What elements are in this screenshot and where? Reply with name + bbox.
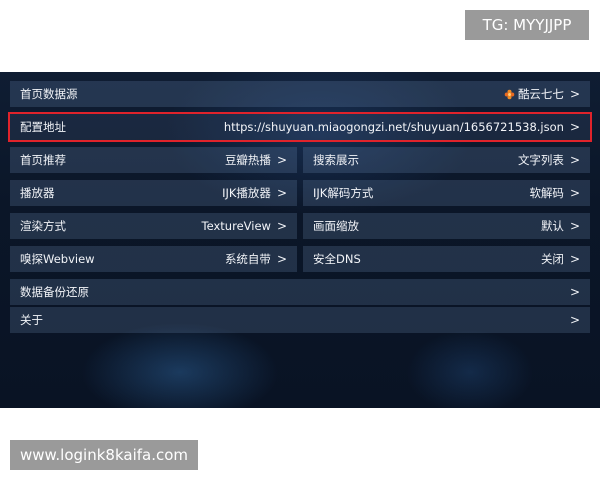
setting-value: 默认	[540, 219, 564, 233]
chevron-right-icon: >	[276, 252, 287, 266]
chevron-right-icon: >	[276, 186, 287, 200]
settings-screen: 首页数据源 酷云七七 > 配置地址 https://shuyuan.miaogo…	[0, 72, 600, 408]
orange-flower-icon	[504, 89, 515, 99]
setting-value: 豆瓣热播	[224, 153, 271, 167]
setting-label: 关于	[20, 313, 43, 327]
setting-value: 酷云七七	[517, 87, 564, 101]
setting-about[interactable]: 关于 >	[10, 307, 590, 333]
chevron-right-icon: >	[569, 313, 580, 327]
setting-player[interactable]: 播放器 IJK播放器 >	[10, 180, 297, 206]
setting-value: IJK播放器	[222, 186, 271, 200]
setting-home-recommend[interactable]: 首页推荐 豆瓣热播 >	[10, 147, 297, 173]
setting-screen-scale[interactable]: 画面缩放 默认 >	[303, 213, 590, 239]
setting-label: 嗅探Webview	[20, 252, 95, 266]
setting-config-url[interactable]: 配置地址 https://shuyuan.miaogongzi.net/shuy…	[8, 112, 592, 142]
setting-label: 数据备份还原	[20, 285, 89, 299]
setting-label: 首页数据源	[20, 87, 78, 101]
setting-sniff-webview[interactable]: 嗅探Webview 系统自带 >	[10, 246, 297, 272]
chevron-right-icon: >	[276, 219, 287, 233]
chevron-right-icon: >	[569, 252, 580, 266]
chevron-right-icon: >	[569, 153, 580, 167]
setting-label: 播放器	[20, 186, 55, 200]
setting-value: 关闭	[540, 252, 564, 266]
chevron-right-icon: >	[569, 186, 580, 200]
chevron-right-icon: >	[569, 120, 580, 134]
setting-home-source[interactable]: 首页数据源 酷云七七 >	[10, 81, 590, 107]
chevron-right-icon: >	[569, 219, 580, 233]
setting-search-display[interactable]: 搜索展示 文字列表 >	[303, 147, 590, 173]
chevron-right-icon: >	[276, 153, 287, 167]
setting-label: 配置地址	[20, 120, 66, 134]
setting-label: 安全DNS	[313, 252, 361, 266]
setting-value: https://shuyuan.miaogongzi.net/shuyuan/1…	[223, 120, 564, 134]
setting-backup-restore[interactable]: 数据备份还原 >	[10, 279, 590, 305]
setting-value: 文字列表	[517, 153, 564, 167]
setting-value: 软解码	[529, 186, 564, 200]
setting-label: IJK解码方式	[313, 186, 374, 200]
setting-label: 搜索展示	[313, 153, 359, 167]
setting-label: 首页推荐	[20, 153, 66, 167]
site-watermark: www.logink8kaifa.com	[10, 440, 198, 470]
setting-render-mode[interactable]: 渲染方式 TextureView >	[10, 213, 297, 239]
tg-watermark: TG: MYYJJPP	[465, 10, 589, 40]
setting-value: 系统自带	[224, 252, 271, 266]
setting-ijk-decode[interactable]: IJK解码方式 软解码 >	[303, 180, 590, 206]
setting-value: TextureView	[201, 219, 271, 233]
chevron-right-icon: >	[569, 87, 580, 101]
setting-label: 渲染方式	[20, 219, 66, 233]
setting-label: 画面缩放	[313, 219, 359, 233]
setting-safe-dns[interactable]: 安全DNS 关闭 >	[303, 246, 590, 272]
chevron-right-icon: >	[569, 285, 580, 299]
